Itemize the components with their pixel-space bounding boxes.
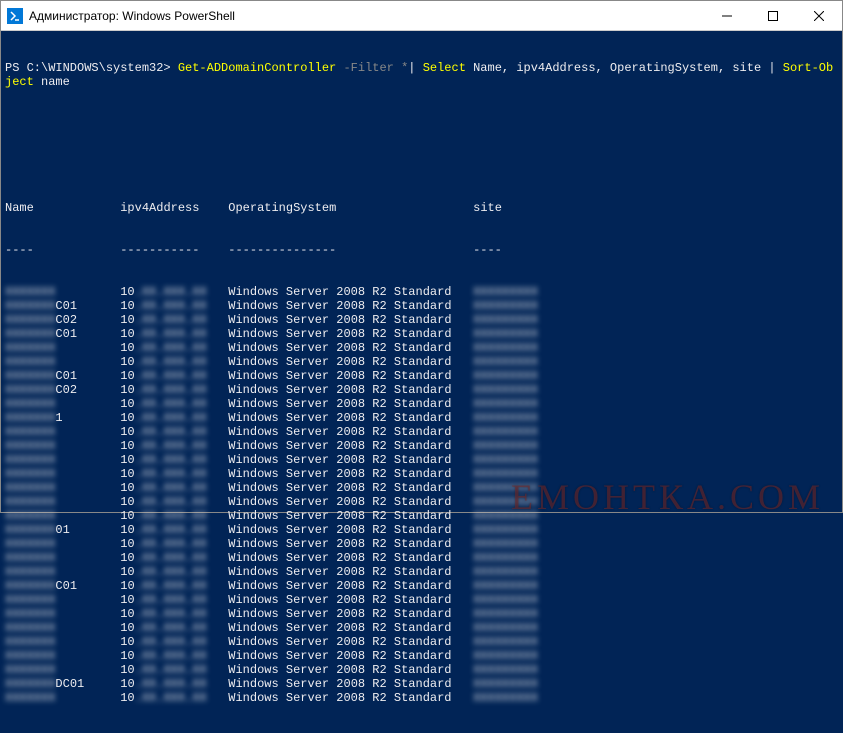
table-row: XXXXXXX 10.XX.XXX.XX Windows Server 2008… — [5, 355, 838, 369]
table-divider: ---- ----------- --------------- ---- — [5, 243, 838, 257]
table-row: XXXXXXX1 10.XX.XXX.XX Windows Server 200… — [5, 411, 838, 425]
col-os: OperatingSystem — [228, 201, 336, 215]
pipe-1: | — [408, 61, 415, 75]
pipe-2: | — [768, 61, 775, 75]
select-cmdlet: Select — [423, 61, 466, 75]
table-row: XXXXXXXC01 10.XX.XXX.XX Windows Server 2… — [5, 327, 838, 341]
table-row: XXXXXXXC01 10.XX.XXX.XX Windows Server 2… — [5, 579, 838, 593]
table-row: XXXXXXX 10.XX.XXX.XX Windows Server 2008… — [5, 649, 838, 663]
sort-arg: name — [41, 75, 70, 89]
table-row: XXXXXXX 10.XX.XXX.XX Windows Server 2008… — [5, 607, 838, 621]
table-row: XXXXXXX 10.XX.XXX.XX Windows Server 2008… — [5, 467, 838, 481]
table-row: XXXXXXX 10.XX.XXX.XX Windows Server 2008… — [5, 565, 838, 579]
cmdlet-name: Get-ADDomainController — [178, 61, 336, 75]
table-row: XXXXXXX 10.XX.XXX.XX Windows Server 2008… — [5, 691, 838, 705]
maximize-button[interactable] — [750, 1, 796, 30]
table-row: XXXXXXX 10.XX.XXX.XX Windows Server 2008… — [5, 509, 838, 523]
table-row: XXXXXXX 10.XX.XXX.XX Windows Server 2008… — [5, 439, 838, 453]
table-row: XXXXXXX01 10.XX.XXX.XX Windows Server 20… — [5, 523, 838, 537]
table-row: XXXXXXXC01 10.XX.XXX.XX Windows Server 2… — [5, 369, 838, 383]
table-header: Name ipv4Address OperatingSystem site — [5, 201, 838, 215]
powershell-icon — [7, 8, 23, 24]
window-title: Администратор: Windows PowerShell — [29, 9, 704, 23]
table-row: XXXXXXX 10.XX.XXX.XX Windows Server 2008… — [5, 593, 838, 607]
table-row: XXXXXXX 10.XX.XXX.XX Windows Server 2008… — [5, 481, 838, 495]
table-row: XXXXXXXC01 10.XX.XXX.XX Windows Server 2… — [5, 299, 838, 313]
table-row: XXXXXXX 10.XX.XXX.XX Windows Server 2008… — [5, 495, 838, 509]
table-row: XXXXXXX 10.XX.XXX.XX Windows Server 2008… — [5, 621, 838, 635]
terminal-pane[interactable]: PS C:\WINDOWS\system32> Get-ADDomainCont… — [1, 31, 842, 512]
window-titlebar: Администратор: Windows PowerShell — [1, 1, 842, 31]
minimize-button[interactable] — [704, 1, 750, 30]
table-row: XXXXXXXC02 10.XX.XXX.XX Windows Server 2… — [5, 383, 838, 397]
table-row: XXXXXXX 10.XX.XXX.XX Windows Server 2008… — [5, 341, 838, 355]
col-name: Name — [5, 201, 34, 215]
ps-prompt: PS C:\WINDOWS\system32> — [5, 61, 178, 75]
table-row: XXXXXXX 10.XX.XXX.XX Windows Server 2008… — [5, 635, 838, 649]
table-row: XXXXXXX 10.XX.XXX.XX Windows Server 2008… — [5, 537, 838, 551]
close-button[interactable] — [796, 1, 842, 30]
table-row: XXXXXXXC02 10.XX.XXX.XX Windows Server 2… — [5, 313, 838, 327]
command-line: PS C:\WINDOWS\system32> Get-ADDomainCont… — [5, 61, 838, 89]
table-row: XXXXXXX 10.XX.XXX.XX Windows Server 2008… — [5, 285, 838, 299]
table-row: XXXXXXX 10.XX.XXX.XX Windows Server 2008… — [5, 453, 838, 467]
table-row: XXXXXXX 10.XX.XXX.XX Windows Server 2008… — [5, 425, 838, 439]
col-site: site — [473, 201, 502, 215]
table-row: XXXXXXXDC01 10.XX.XXX.XX Windows Server … — [5, 677, 838, 691]
table-row: XXXXXXX 10.XX.XXX.XX Windows Server 2008… — [5, 551, 838, 565]
filter-param: -Filter * — [343, 61, 408, 75]
table-row: XXXXXXX 10.XX.XXX.XX Windows Server 2008… — [5, 663, 838, 677]
window-controls — [704, 1, 842, 30]
col-ipv4: ipv4Address — [120, 201, 199, 215]
select-args: Name, ipv4Address, OperatingSystem, site — [473, 61, 761, 75]
table-row: XXXXXXX 10.XX.XXX.XX Windows Server 2008… — [5, 397, 838, 411]
